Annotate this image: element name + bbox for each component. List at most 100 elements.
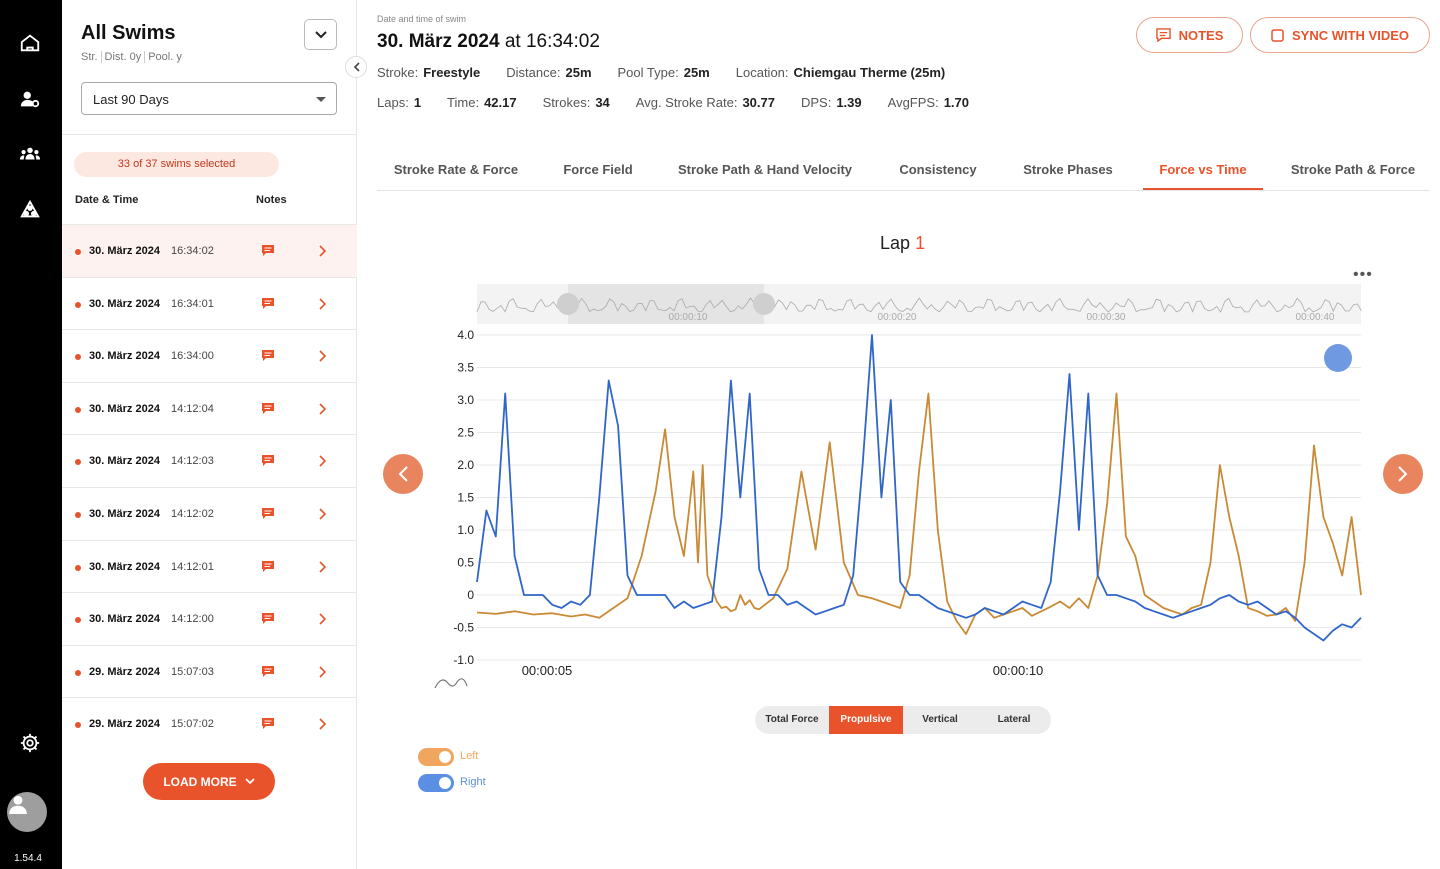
- right-toggle[interactable]: [418, 774, 454, 792]
- chevron-right-icon[interactable]: [318, 454, 328, 468]
- swim-row-date: 30. März 2024: [89, 245, 160, 257]
- chevron-right-icon[interactable]: [318, 244, 328, 258]
- period-select[interactable]: Last 90 Days: [81, 82, 337, 115]
- y-tick-label: 3.5: [457, 361, 474, 375]
- user-settings-icon[interactable]: [19, 88, 41, 110]
- force-vs-time-chart[interactable]: 00:00:10 00:00:20 00:00:30 00:00:40 4.0 3.5 3.…: [357, 0, 1440, 700]
- status-dot: [75, 406, 81, 413]
- collapse-sidebar-button[interactable]: [345, 56, 367, 78]
- chevron-right-icon[interactable]: [318, 297, 328, 311]
- chevron-right-icon[interactable]: [318, 507, 328, 521]
- note-icon[interactable]: [262, 402, 274, 414]
- note-icon[interactable]: [262, 665, 274, 677]
- filter-dropdown-button[interactable]: [304, 19, 337, 50]
- swim-row-date: 29. März 2024: [89, 665, 160, 678]
- chevron-down-icon: [314, 30, 327, 38]
- next-lap-button[interactable]: [1383, 454, 1423, 494]
- y-tick-label: 1.0: [457, 523, 474, 537]
- note-icon[interactable]: [262, 560, 274, 572]
- swim-row[interactable]: 30. März 2024 16:34:01: [62, 276, 357, 330]
- series-left-line: [476, 392, 1362, 635]
- status-dot: [75, 511, 81, 518]
- chevron-right-icon[interactable]: [318, 402, 328, 416]
- y-tick-label: -0.5: [453, 621, 474, 635]
- chevron-right-icon[interactable]: [318, 612, 328, 626]
- note-icon[interactable]: [262, 718, 274, 730]
- note-icon[interactable]: [262, 455, 274, 467]
- y-tick-label: 4.0: [457, 328, 474, 342]
- chevron-down-icon: [245, 778, 255, 785]
- swim-row[interactable]: 30. März 2024 16:34:00: [62, 329, 357, 382]
- y-tick-label: 0: [467, 588, 474, 602]
- y-tick-label: -1.0: [453, 653, 474, 667]
- chevron-left-icon: [353, 62, 360, 72]
- navigator-window[interactable]: [568, 284, 764, 324]
- note-icon[interactable]: [262, 613, 274, 625]
- status-dot: [75, 669, 81, 676]
- navigator-handle-right[interactable]: [753, 293, 775, 315]
- chart-thumbnail-icon: [434, 678, 468, 689]
- swim-row-time: 16:34:01: [171, 297, 214, 310]
- home-icon[interactable]: [19, 32, 41, 54]
- user-avatar[interactable]: [7, 792, 47, 832]
- mode-lateral[interactable]: Lateral: [977, 706, 1051, 734]
- filter-distance: Dist. 0y: [104, 51, 146, 63]
- navigator-handle-left[interactable]: [557, 293, 579, 315]
- swim-row[interactable]: 30. März 2024 14:12:03: [62, 434, 357, 487]
- swim-row[interactable]: 30. März 2024 14:12:04: [62, 381, 357, 435]
- swim-row[interactable]: 30. März 2024 14:12:02: [62, 486, 357, 540]
- selected-count-badge[interactable]: 33 of 37 swims selected: [74, 152, 279, 177]
- navigator-tick-label: 00:00:30: [1087, 312, 1126, 323]
- status-dot: [75, 722, 81, 729]
- settings-gear-icon[interactable]: [19, 732, 41, 754]
- x-tick-label: 00:00:05: [522, 663, 573, 678]
- note-icon[interactable]: [262, 350, 274, 362]
- main-panel: Date and time of swim 30. März 2024 at 1…: [357, 0, 1440, 869]
- swim-row-date: 30. März 2024: [89, 297, 160, 310]
- swim-row-time: 15:07:03: [171, 665, 214, 678]
- y-tick-label: 2.0: [457, 458, 474, 472]
- divider: [62, 134, 357, 135]
- note-icon[interactable]: [262, 297, 274, 309]
- swim-row[interactable]: 30. März 2024 16:34:02: [62, 224, 357, 277]
- y-tick-label: 3.0: [457, 393, 474, 407]
- team-icon[interactable]: [19, 143, 41, 165]
- swim-row[interactable]: 29. März 2024 15:07:03: [62, 644, 357, 698]
- load-more-label: LOAD MORE: [163, 774, 237, 789]
- load-more-button[interactable]: LOAD MORE: [143, 763, 275, 800]
- status-dot: [75, 459, 81, 466]
- note-icon[interactable]: [262, 245, 274, 256]
- note-icon[interactable]: [262, 507, 274, 519]
- mode-propulsive[interactable]: Propulsive: [829, 706, 903, 734]
- swim-row-time: 15:07:02: [171, 718, 214, 731]
- group-network-icon[interactable]: [19, 199, 41, 221]
- sidebar-title: All Swims: [81, 22, 176, 44]
- swim-row-time: 14:12:00: [171, 613, 214, 626]
- swim-row-date: 29. März 2024: [89, 718, 160, 731]
- mode-vertical[interactable]: Vertical: [903, 706, 977, 734]
- chart-cursor-marker[interactable]: [1324, 344, 1352, 372]
- right-toggle-label: Right: [460, 776, 486, 788]
- force-mode-selector: Total Force Propulsive Vertical Lateral: [755, 706, 1051, 734]
- left-toggle-label: Left: [460, 750, 479, 762]
- left-toggle[interactable]: [418, 748, 454, 766]
- status-dot: [75, 249, 81, 255]
- swim-row-time: 14:12:03: [171, 455, 214, 468]
- x-tick-label: 00:00:10: [993, 663, 1044, 678]
- swim-row[interactable]: 30. März 2024 14:12:01: [62, 539, 357, 593]
- chevron-right-icon[interactable]: [318, 717, 328, 731]
- status-dot: [75, 354, 81, 361]
- previous-lap-button[interactable]: [383, 454, 423, 494]
- mode-total-force[interactable]: Total Force: [755, 706, 829, 734]
- chevron-right-icon[interactable]: [318, 665, 328, 679]
- chevron-right-icon[interactable]: [318, 349, 328, 363]
- sidebar-filter-summary: Str. Dist. 0y Pool. y: [81, 51, 188, 63]
- chevron-right-icon[interactable]: [318, 560, 328, 574]
- navigator-tick-label: 00:00:20: [878, 312, 917, 323]
- swim-row[interactable]: 29. März 2024 15:07:02: [62, 697, 357, 750]
- y-tick-label: 1.5: [457, 491, 474, 505]
- period-select-value: Last 90 Days: [93, 92, 169, 107]
- swim-list: 30. März 2024 16:34:02 30. März 2024 16:34:…: [62, 224, 357, 750]
- status-dot: [75, 301, 81, 308]
- swim-row[interactable]: 30. März 2024 14:12:00: [62, 592, 357, 645]
